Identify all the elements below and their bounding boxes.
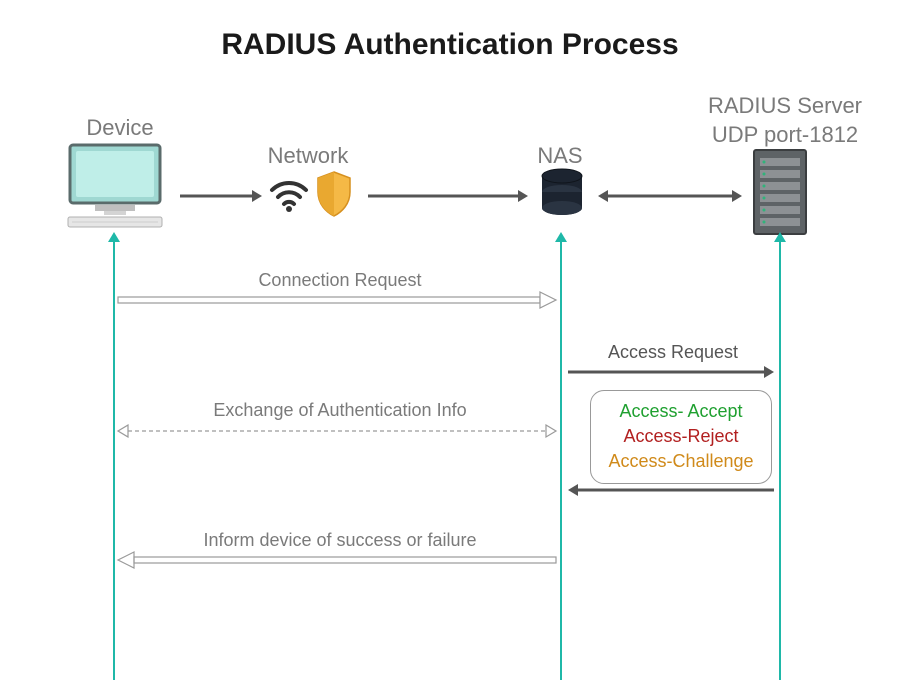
label-network: Network — [248, 143, 368, 169]
label-radius: RADIUS Server UDP port-1812 — [690, 92, 880, 149]
response-reject: Access-Reject — [607, 424, 755, 449]
label-nas: NAS — [500, 143, 620, 169]
arrow-inform-result — [118, 552, 556, 568]
response-box: Access- Accept Access-Reject Access-Chal… — [590, 390, 772, 484]
arrow-network-to-nas — [368, 190, 528, 202]
computer-icon — [60, 140, 170, 235]
arrow-access-request — [568, 366, 774, 378]
arrow-access-response — [568, 484, 774, 496]
diagram-title: RADIUS Authentication Process — [0, 28, 900, 62]
server-rack-icon — [750, 148, 810, 243]
database-icon — [538, 168, 586, 223]
label-exchange-auth: Exchange of Authentication Info — [120, 400, 560, 421]
label-connection-request: Connection Request — [120, 270, 560, 291]
label-inform-result: Inform device of success or failure — [120, 530, 560, 551]
label-access-request: Access Request — [568, 342, 778, 363]
lifeline-nas — [560, 240, 562, 680]
label-radius-line1: RADIUS Server — [690, 92, 880, 121]
arrow-device-to-network — [180, 190, 262, 202]
shield-icon — [314, 170, 354, 223]
lifeline-device — [113, 240, 115, 680]
arrow-connection-request — [118, 292, 556, 308]
lifeline-radius — [779, 240, 781, 680]
label-device: Device — [60, 115, 180, 141]
arrow-nas-radius-bi — [598, 190, 742, 202]
response-challenge: Access-Challenge — [607, 449, 755, 474]
arrow-exchange-auth — [118, 424, 556, 438]
response-accept: Access- Accept — [607, 399, 755, 424]
label-radius-line2: UDP port-1812 — [690, 121, 880, 150]
wifi-icon — [268, 172, 310, 219]
